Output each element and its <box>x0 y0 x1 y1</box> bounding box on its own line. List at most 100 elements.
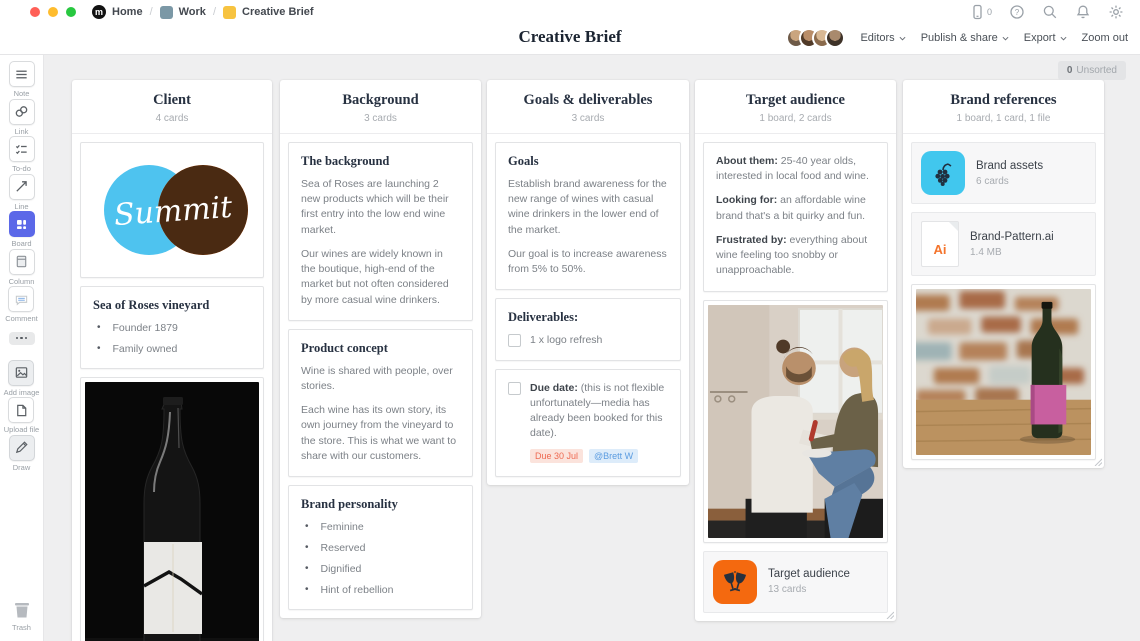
brief-board-thumb-icon <box>223 5 236 19</box>
column-header[interactable]: Background 3 cards <box>280 80 481 134</box>
breadcrumb-creative-brief[interactable]: Creative Brief <box>223 5 314 19</box>
due-date-tag[interactable]: Due 30 Jul <box>530 449 584 464</box>
sidebar-item-add-image[interactable]: Add image <box>3 359 40 397</box>
trash-label: Trash <box>12 622 31 632</box>
mention-tag[interactable]: @Brett W <box>589 449 639 464</box>
column-brand-references[interactable]: Brand references 1 board, 1 card, 1 file… <box>903 80 1104 469</box>
reference-bottle-photo-card[interactable] <box>911 284 1096 461</box>
export-dropdown[interactable]: Export <box>1024 32 1067 44</box>
search-button[interactable] <box>1042 4 1058 20</box>
notifications-button[interactable] <box>1075 4 1091 20</box>
deliverables-todo-card[interactable]: Deliverables: 1 x logo refresh <box>495 298 681 361</box>
column-title: Target audience <box>746 92 845 108</box>
column-header[interactable]: Target audience 1 board, 2 cards <box>695 80 896 134</box>
due-date-todo-card[interactable]: Due date: (this is not flexible unfortun… <box>495 368 681 478</box>
chevron-down-icon <box>1060 36 1067 41</box>
tool-label: Add image <box>3 387 40 397</box>
column-count: 3 cards <box>364 113 397 124</box>
unsorted-tray-button[interactable]: 0 Unsorted <box>1057 61 1126 80</box>
note-title: Brand personality <box>301 497 398 512</box>
tool-sidebar: Note Link To-do Line Board Column Commen… <box>0 55 44 641</box>
column-count: 3 cards <box>571 113 605 124</box>
column-goals[interactable]: Goals & deliverables 3 cards Goals Estab… <box>487 80 689 486</box>
brand-assets-board-item[interactable]: Brand assets 6 cards <box>911 142 1096 204</box>
todo-checkbox[interactable] <box>508 381 521 395</box>
note-title: Sea of Roses vineyard <box>93 298 210 312</box>
target-audience-board-item[interactable]: Target audience 13 cards <box>703 550 888 613</box>
client-note-card[interactable]: Sea of Roses vineyard • Founder 1879 • Fam… <box>80 286 264 369</box>
sidebar-item-column[interactable]: Column <box>8 248 35 286</box>
sidebar-item-draw[interactable]: Draw <box>8 434 35 472</box>
device-preview-button[interactable]: 0 <box>970 4 992 20</box>
editors-dropdown[interactable]: Editors <box>860 32 906 44</box>
column-header[interactable]: Client 4 cards <box>72 80 272 134</box>
minimize-window-button[interactable] <box>48 7 58 17</box>
column-title: Brand references <box>950 92 1057 108</box>
breadcrumb: m Home / Work / Creative Brief <box>92 5 314 19</box>
note-title: Deliverables: <box>508 310 579 325</box>
todo-label: 1 x logo refresh <box>530 334 603 347</box>
brand-pattern-file-item[interactable]: Ai Brand-Pattern.ai 1.4 MB <box>911 212 1096 276</box>
help-button[interactable]: ? <box>1009 4 1025 20</box>
sidebar-item-note[interactable]: Note <box>8 61 35 98</box>
sidebar-item-board[interactable]: Board <box>8 211 35 248</box>
zoom-out-button[interactable]: Zoom out <box>1082 32 1128 44</box>
breadcrumb-home[interactable]: m Home <box>92 5 143 19</box>
column-count: 1 board, 2 cards <box>759 113 832 124</box>
sidebar-item-line[interactable]: Line <box>8 173 35 211</box>
chevron-down-icon <box>1002 36 1009 41</box>
trash-button[interactable]: Trash <box>11 599 33 632</box>
publish-share-label: Publish & share <box>920 32 998 44</box>
draw-icon <box>15 441 28 454</box>
wine-bottle-photo-card[interactable] <box>80 377 264 641</box>
close-window-button[interactable] <box>30 7 40 17</box>
column-resize-handle[interactable] <box>886 611 894 619</box>
audience-photo-card[interactable] <box>703 299 888 543</box>
note-icon <box>16 70 27 78</box>
breadcrumb-work[interactable]: Work <box>159 5 206 19</box>
sidebar-item-upload-file[interactable]: Upload file <box>4 397 39 434</box>
breadcrumb-brief-label: Creative Brief <box>242 6 314 18</box>
add-image-icon <box>15 367 28 378</box>
product-concept-note-card[interactable]: Product concept Wine is shared with peop… <box>288 328 473 478</box>
sidebar-item-link[interactable]: Link <box>8 98 35 136</box>
comment-icon <box>15 295 28 306</box>
list-item: • Hint of rebellion <box>305 584 394 597</box>
todo-label: Due date: (this is not flexible unfortun… <box>530 381 665 440</box>
note-paragraph: Each wine has its own story, its own jou… <box>301 404 457 462</box>
summit-logo-image-card[interactable]: Summit <box>80 142 264 278</box>
avatar[interactable] <box>825 28 846 48</box>
column-title: Background <box>342 92 419 108</box>
todo-checkbox[interactable] <box>508 334 521 348</box>
column-resize-handle[interactable] <box>1094 458 1102 467</box>
column-background[interactable]: Background 3 cards The background Sea of… <box>280 80 481 619</box>
goals-note-card[interactable]: Goals Establish brand awareness for the … <box>495 142 681 291</box>
page-title: Creative Brief <box>518 27 622 46</box>
tool-label: Board <box>11 239 32 248</box>
column-client[interactable]: Client 4 cards Summit Sea of Roses viney… <box>72 80 272 641</box>
export-label: Export <box>1023 32 1056 44</box>
sidebar-item-todo[interactable]: To-do <box>8 136 35 173</box>
editor-avatars[interactable] <box>786 28 846 48</box>
breadcrumb-work-label: Work <box>178 6 206 18</box>
breadcrumb-separator: / <box>212 6 216 18</box>
couple-photo <box>708 304 883 538</box>
maximize-window-button[interactable] <box>66 7 76 17</box>
background-note-card[interactable]: The background Sea of Roses are launchin… <box>288 142 473 321</box>
chevron-down-icon <box>899 36 906 41</box>
brand-personality-note-card[interactable]: Brand personality • Feminine • Reserved • D… <box>288 485 473 611</box>
sidebar-item-comment[interactable]: Comment <box>5 286 38 323</box>
audience-note-card[interactable]: About them: 25-40 year olds, interested … <box>703 142 888 292</box>
column-header[interactable]: Brand references 1 board, 1 card, 1 file <box>903 80 1104 134</box>
breadcrumb-row: m Home / Work / Creative Brief 0 ? <box>0 0 1140 24</box>
settings-button[interactable] <box>1108 4 1124 20</box>
column-target-audience[interactable]: Target audience 1 board, 2 cards About t… <box>695 80 896 621</box>
editors-label: Editors <box>860 32 895 44</box>
board-item-count: 6 cards <box>976 175 1009 187</box>
breadcrumb-home-label: Home <box>112 6 143 18</box>
unsorted-count: 0 <box>1066 65 1073 76</box>
list-item: • Reserved <box>305 542 366 555</box>
column-header[interactable]: Goals & deliverables 3 cards <box>487 80 689 134</box>
publish-share-dropdown[interactable]: Publish & share <box>921 32 1009 44</box>
more-tools-button[interactable] <box>8 331 35 345</box>
